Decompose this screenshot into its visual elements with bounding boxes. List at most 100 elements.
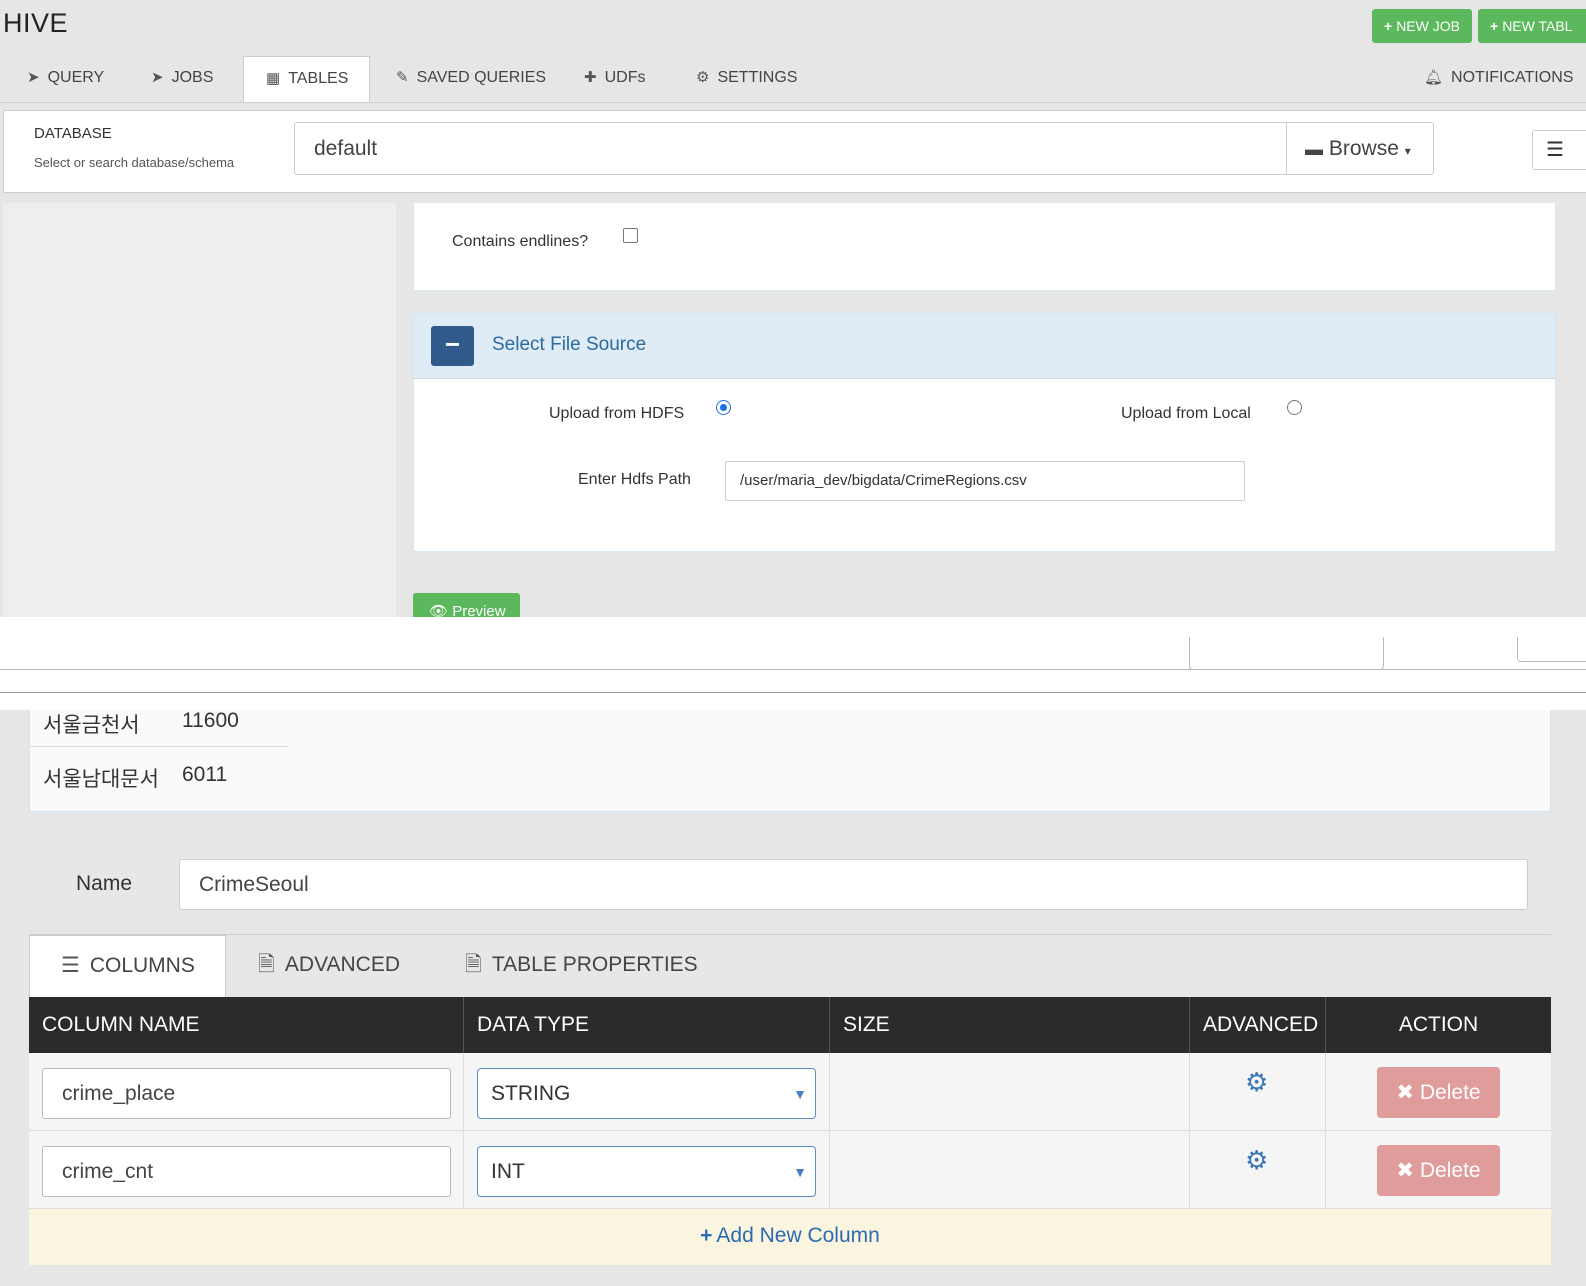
database-bar: DATABASE Select or search database/schem… xyxy=(3,110,1586,193)
notifications-link[interactable]: 🔔︎ NOTIFICATIONS xyxy=(1424,56,1573,103)
cell-advanced: ⚙ xyxy=(1190,1131,1326,1209)
tab-saved-queries[interactable]: ✎ SAVED QUERIES xyxy=(396,56,546,103)
tab-table-properties[interactable]: 🗎︎ TABLE PROPERTIES xyxy=(465,935,698,998)
cell-size xyxy=(830,1131,1190,1209)
upload-local-label: Upload from Local xyxy=(1121,405,1251,422)
upload-hdfs-radio[interactable] xyxy=(716,400,731,415)
caret-down-icon: ▼ xyxy=(793,1086,807,1102)
bell-icon: 🔔︎ xyxy=(1424,69,1444,86)
new-table-button[interactable]: + NEW TABL xyxy=(1478,9,1586,43)
preview-row-divider xyxy=(30,746,288,747)
preview-cell-place: 서울남대문서 xyxy=(43,768,159,791)
list-icon: ☰ xyxy=(61,954,80,977)
preview-button[interactable]: 👁︎ Preview xyxy=(413,593,520,617)
input-fragment xyxy=(1189,637,1384,670)
table-row: crime_place STRING ▼ ⚙ ✖ Delete xyxy=(29,1053,1551,1131)
table-icon: ▦ xyxy=(266,70,281,87)
grid-header: COLUMN NAME DATA TYPE SIZE ADVANCED ACTI… xyxy=(29,997,1551,1053)
top-panel: HIVE + NEW JOB + NEW TABL ➤ QUERY ➤ JOBS ▦ TA… xyxy=(0,0,1586,617)
add-new-column-button[interactable]: + Add New Column xyxy=(29,1209,1551,1265)
cell-data-type: STRING ▼ xyxy=(464,1053,830,1131)
puzzle-icon: ✚ xyxy=(584,69,597,86)
table-name-label: Name xyxy=(76,872,133,895)
tab-advanced[interactable]: 🗎︎ ADVANCED xyxy=(258,935,400,998)
delete-label: Delete xyxy=(1419,1081,1481,1104)
hdfs-path-input[interactable]: /user/maria_dev/bigdata/CrimeRegions.csv xyxy=(725,461,1245,501)
preview-table: 서울금천서 11600 서울남대문서 6011 xyxy=(29,710,1551,812)
gear-icon[interactable]: ⚙ xyxy=(1245,1145,1268,1176)
preview-cell-count: 6011 xyxy=(182,763,228,786)
upload-local-radio[interactable] xyxy=(1287,400,1302,415)
header-size: SIZE xyxy=(830,997,1190,1053)
delete-button[interactable]: ✖ Delete xyxy=(1377,1067,1500,1118)
plus-icon: + xyxy=(1490,18,1499,34)
contains-endlines-label: Contains endlines? xyxy=(452,233,589,250)
caret-down-icon: ▾ xyxy=(1404,144,1411,158)
data-type-select[interactable]: STRING ▼ xyxy=(477,1068,816,1119)
paperclip-icon: ✎ xyxy=(396,69,409,86)
middle-strip xyxy=(0,617,1586,710)
caret-down-icon: ▼ xyxy=(793,1164,807,1180)
contains-endlines-checkbox[interactable] xyxy=(623,228,638,243)
database-input[interactable]: default xyxy=(294,122,1287,175)
plus-icon: + xyxy=(1384,18,1393,34)
add-new-column-label: Add New Column xyxy=(716,1224,880,1247)
tab-jobs[interactable]: ➤ JOBS xyxy=(151,56,213,103)
header-column-name: COLUMN NAME xyxy=(29,997,464,1053)
data-type-value: STRING xyxy=(491,1082,571,1105)
tab-tables-label: TABLES xyxy=(288,70,349,87)
close-icon: ✖ xyxy=(1396,1159,1415,1182)
data-type-select[interactable]: INT ▼ xyxy=(477,1146,816,1197)
gear-icon: ⚙ xyxy=(696,69,710,86)
tab-query-label: QUERY xyxy=(47,69,105,86)
table-name-input[interactable]: CrimeSeoul xyxy=(179,859,1528,910)
tab-udfs[interactable]: ✚ UDFs xyxy=(584,56,645,103)
database-sublabel: Select or search database/schema xyxy=(34,155,235,170)
gear-icon[interactable]: ⚙ xyxy=(1245,1067,1268,1098)
tab-settings[interactable]: ⚙ SETTINGS xyxy=(696,56,797,103)
tab-columns[interactable]: ☰ COLUMNS xyxy=(29,935,226,998)
paper-plane-icon: ➤ xyxy=(151,69,164,86)
tab-table-properties-label: TABLE PROPERTIES xyxy=(491,953,698,976)
collapse-button[interactable]: − xyxy=(431,326,474,366)
tab-saved-queries-label: SAVED QUERIES xyxy=(416,69,547,86)
folder-icon: ▬ xyxy=(1305,139,1323,159)
document-icon: 🗎︎ xyxy=(258,953,275,976)
nav-divider xyxy=(0,102,1586,103)
table-row: crime_cnt INT ▼ ⚙ ✖ Delete xyxy=(29,1131,1551,1209)
database-label: DATABASE xyxy=(34,125,112,142)
hdfs-path-label: Enter Hdfs Path xyxy=(578,471,691,488)
delete-button[interactable]: ✖ Delete xyxy=(1377,1145,1500,1196)
column-name-input[interactable]: crime_place xyxy=(42,1068,451,1119)
tab-query[interactable]: ➤ QUERY xyxy=(27,56,104,103)
minus-icon: − xyxy=(444,329,461,359)
close-icon: ✖ xyxy=(1396,1081,1415,1104)
header-advanced: ADVANCED xyxy=(1190,997,1326,1053)
data-type-value: INT xyxy=(491,1160,525,1183)
tab-jobs-label: JOBS xyxy=(171,69,214,86)
cell-advanced: ⚙ xyxy=(1190,1053,1326,1131)
tab-settings-label: SETTINGS xyxy=(717,69,798,86)
cell-data-type: INT ▼ xyxy=(464,1131,830,1209)
column-name-input[interactable]: crime_cnt xyxy=(42,1146,451,1197)
notifications-label: NOTIFICATIONS xyxy=(1451,69,1574,86)
bottom-panel: 서울금천서 11600 서울남대문서 6011 Name CrimeSeoul … xyxy=(0,710,1586,1286)
upload-hdfs-label: Upload from HDFS xyxy=(549,405,685,422)
header-action: ACTION xyxy=(1398,1013,1479,1036)
divider xyxy=(0,669,1586,670)
menu-icon: ☰ xyxy=(1546,139,1564,161)
new-job-button[interactable]: + NEW JOB xyxy=(1372,9,1472,43)
cell-action: ✖ Delete xyxy=(1326,1053,1551,1131)
document-icon: 🗎︎ xyxy=(465,953,482,976)
button-fragment xyxy=(1517,637,1586,662)
eye-icon: 👁︎ xyxy=(429,603,449,617)
browse-button[interactable]: ▬ Browse ▾ xyxy=(1286,122,1434,175)
hamburger-menu-button[interactable]: ☰ xyxy=(1532,130,1586,170)
paper-plane-icon: ➤ xyxy=(27,69,40,86)
tab-udfs-label: UDFs xyxy=(604,69,646,86)
file-source-card: − Select File Source Upload from HDFS Up… xyxy=(413,313,1556,552)
header-data-type: DATA TYPE xyxy=(464,997,830,1053)
cell-column-name: crime_place xyxy=(29,1053,464,1131)
file-source-title: Select File Source xyxy=(492,334,647,355)
tab-tables[interactable]: ▦ TABLES xyxy=(243,56,370,103)
